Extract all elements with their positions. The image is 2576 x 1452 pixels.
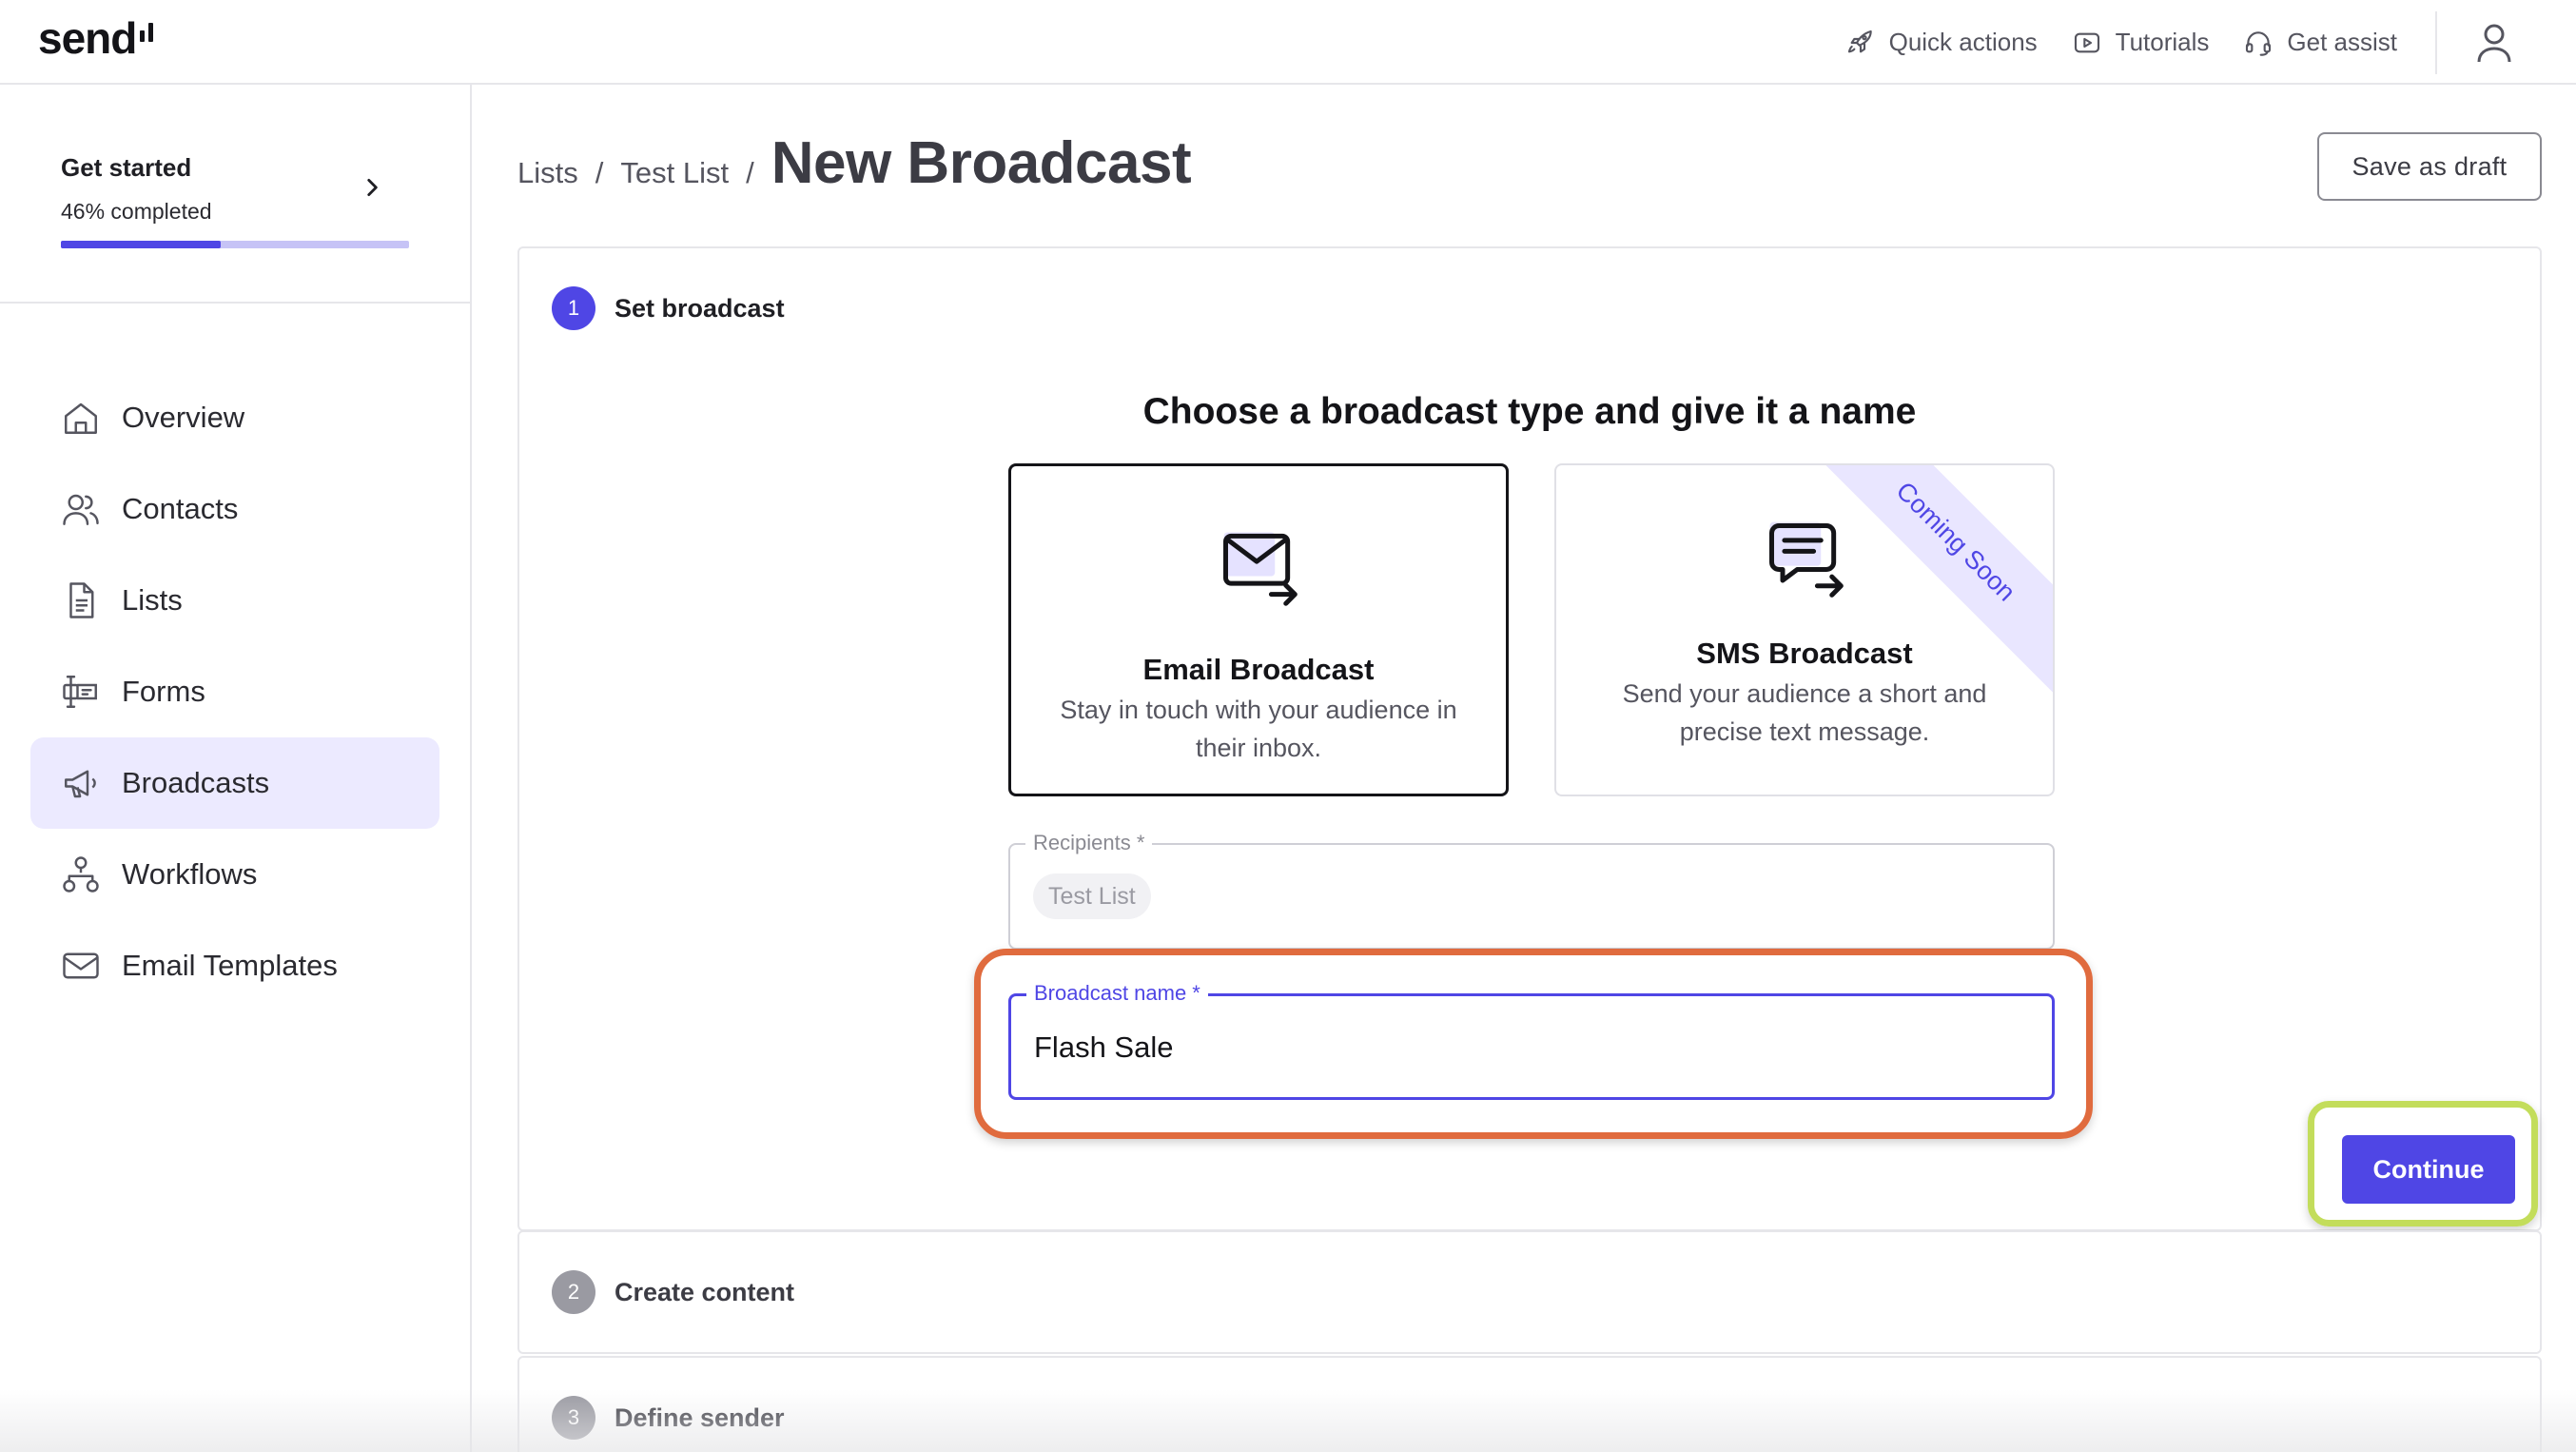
quick-actions-label: Quick actions — [1888, 28, 2038, 56]
get-started-title: Get started — [61, 153, 192, 182]
broadcast-type-heading: Choose a broadcast type and give it a na… — [1142, 391, 1917, 432]
tutorials-button[interactable]: Tutorials — [2072, 28, 2210, 58]
quick-actions-button[interactable]: Quick actions — [1845, 28, 2038, 58]
email-broadcast-option[interactable]: Email Broadcast Stay in touch with your … — [1008, 463, 1509, 796]
continue-button[interactable]: Continue — [2342, 1135, 2515, 1204]
chevron-right-icon[interactable] — [360, 175, 384, 200]
tutorials-label: Tutorials — [2115, 28, 2210, 56]
top-divider — [2435, 10, 2437, 74]
send-logo[interactable]: send — [38, 10, 154, 67]
recipients-label: Recipients * — [1025, 830, 1153, 856]
broadcast-name-label: Broadcast name * — [1026, 980, 1208, 1007]
workflow-icon — [63, 856, 99, 893]
step-1-header[interactable]: 1 Set broadcast — [552, 286, 785, 330]
step-label: Set broadcast — [615, 293, 785, 323]
sidebar-item-broadcasts[interactable]: Broadcasts — [30, 737, 439, 829]
step-label: Create content — [615, 1277, 795, 1306]
broadcast-name-input[interactable]: Broadcast name * Flash Sale — [1008, 980, 2055, 1100]
save-as-draft-button[interactable]: Save as draft — [2317, 132, 2542, 201]
sidebar-nav: Overview Contacts Lists Forms Broadcasts… — [30, 372, 439, 1011]
sidebar-item-email-templates[interactable]: Email Templates — [30, 920, 439, 1011]
step-create-content-card[interactable]: 2 Create content — [517, 1230, 2542, 1354]
megaphone-icon — [65, 770, 96, 798]
user-icon[interactable] — [2475, 22, 2513, 64]
step-2-header[interactable]: 2 Create content — [552, 1270, 794, 1314]
breadcrumb-separator: / — [746, 156, 754, 189]
top-bar: send Quick actions Tutorials Get assist — [0, 0, 2576, 85]
step-set-broadcast-card: 1 Set broadcast Choose a broadcast type … — [517, 246, 2542, 1231]
sidebar: Get started 46% completed Overview Conta… — [0, 85, 472, 1452]
breadcrumb: Lists / Test List / New Broadcast — [517, 129, 1192, 197]
step-label: Define sender — [615, 1403, 785, 1432]
sidebar-item-overview[interactable]: Overview — [30, 372, 439, 463]
headset-icon — [2246, 30, 2272, 56]
get-started-progress-fill — [61, 241, 222, 248]
step-number-badge: 2 — [552, 1270, 595, 1314]
sidebar-item-label: Broadcasts — [122, 766, 270, 799]
sms-send-icon — [1769, 521, 1844, 598]
email-send-icon — [1223, 532, 1298, 606]
continue-highlight: Continue — [2308, 1101, 2538, 1226]
logo-text: send — [38, 13, 137, 63]
sidebar-item-label: Forms — [122, 675, 205, 708]
breadcrumb-separator: / — [595, 156, 604, 189]
email-broadcast-description: Stay in touch with your audience in thei… — [1060, 696, 1457, 762]
recipients-field[interactable]: Recipients * Test List — [1008, 830, 2055, 950]
sidebar-item-label: Workflows — [122, 857, 258, 891]
sidebar-item-label: Contacts — [122, 492, 239, 525]
broadcast-name-value[interactable]: Flash Sale — [1034, 1030, 1173, 1065]
top-actions: Quick actions Tutorials Get assist — [1845, 0, 2576, 85]
sidebar-item-label: Overview — [122, 401, 245, 434]
contacts-icon — [63, 494, 99, 525]
sidebar-item-label: Email Templates — [122, 949, 338, 982]
play-icon — [2074, 32, 2099, 52]
step-define-sender-card[interactable]: 3 Define sender — [517, 1356, 2542, 1452]
rocket-icon — [1847, 29, 1872, 52]
get-started-panel[interactable]: Get started 46% completed — [0, 85, 470, 304]
step-number-badge: 3 — [552, 1396, 595, 1440]
sms-broadcast-option[interactable]: Coming Soon SMS Broadcast Send your audi… — [1554, 463, 2055, 796]
sidebar-item-workflows[interactable]: Workflows — [30, 829, 439, 920]
sidebar-item-contacts[interactable]: Contacts — [30, 463, 439, 555]
get-started-progress-text: 46% completed — [61, 199, 212, 224]
step-3-header[interactable]: 3 Define sender — [552, 1396, 785, 1440]
recipient-chip: Test List — [1033, 873, 1151, 919]
sidebar-item-label: Lists — [122, 583, 183, 617]
document-icon — [69, 582, 94, 618]
breadcrumb-lists-link[interactable]: Lists — [517, 156, 578, 190]
get-assist-button[interactable]: Get assist — [2243, 28, 2397, 58]
envelope-icon — [63, 952, 99, 979]
home-icon — [65, 402, 97, 434]
breadcrumb-test-list-link[interactable]: Test List — [620, 156, 729, 190]
page-title: New Broadcast — [771, 130, 1192, 196]
form-icon — [63, 676, 97, 708]
sidebar-item-lists[interactable]: Lists — [30, 555, 439, 646]
email-broadcast-title: Email Broadcast — [1142, 653, 1375, 686]
sms-broadcast-title: SMS Broadcast — [1696, 637, 1913, 670]
step-number-badge: 1 — [552, 286, 595, 330]
get-assist-label: Get assist — [2287, 28, 2397, 56]
get-started-progress-bar — [61, 241, 409, 248]
logo-bars-icon — [140, 23, 154, 42]
sidebar-item-forms[interactable]: Forms — [30, 646, 439, 737]
sms-broadcast-description: Send your audience a short and precise t… — [1622, 679, 1987, 746]
